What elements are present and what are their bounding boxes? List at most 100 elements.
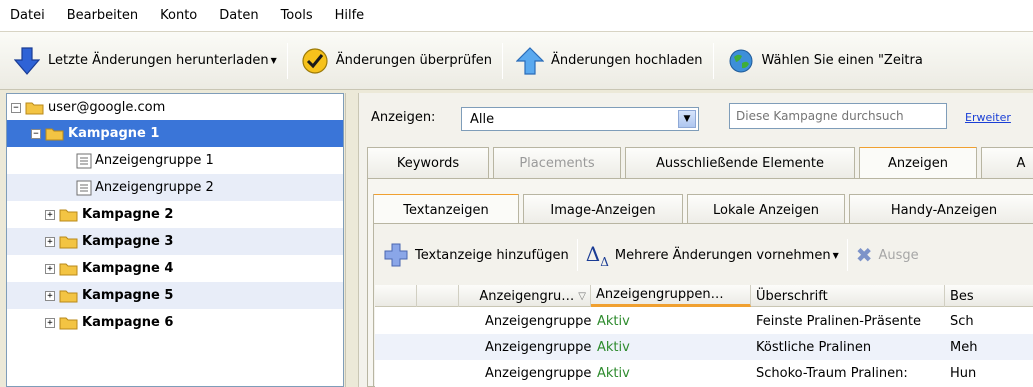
expand-icon[interactable]: + [45,263,55,274]
column-header-adgroup-status[interactable]: Anzeigengruppen… [591,285,751,307]
expand-icon[interactable]: + [45,317,55,328]
tree-item-kampagne-6[interactable]: + Kampagne 6 [7,309,343,336]
tree-item-label: Anzeigengruppe 1 [95,153,214,168]
show-filter-select[interactable]: Alle ▼ [461,107,699,131]
time-range-label: Wählen Sie einen "Zeitra [761,53,923,68]
globe-icon [726,46,756,76]
tab-placements[interactable]: Placements [493,147,621,179]
delta-icon: ΔΔ [585,241,609,269]
tree-item-kampagne-1[interactable]: − Kampagne 1 [7,120,343,147]
column-header-label: Anzeigengru… [479,288,575,304]
main-tab-bar: Keywords Placements Ausschließende Eleme… [367,147,1033,179]
menu-datei[interactable]: Datei [10,8,45,23]
sub-tab-bar: Textanzeigen Image-Anzeigen Lokale Anzei… [373,194,1033,224]
menu-daten[interactable]: Daten [219,8,258,23]
menu-konto[interactable]: Konto [160,8,197,23]
add-text-ad-button[interactable]: Textanzeige hinzufügen [375,237,577,273]
delete-x-icon: ✖ [855,243,873,267]
cell-description: Hun [950,365,977,381]
folder-icon [59,236,78,249]
column-header-headline[interactable]: Überschrift [751,285,945,307]
tab-keywords[interactable]: Keywords [367,147,489,179]
expand-icon[interactable]: + [45,236,55,247]
tree-account-row[interactable]: − user@google.com [7,94,343,121]
table-header: Anzeigengru… ▽ Anzeigengruppen… Überschr… [375,285,1033,307]
tab-handy-anzeigen[interactable]: Handy-Anzeigen [849,194,1033,224]
table-row[interactable]: Anzeigengruppe 1 Aktiv Köstliche Praline… [375,334,1033,360]
download-arrow-icon [12,46,42,76]
check-changes-button[interactable]: Änderungen überprüfen [288,41,502,81]
plus-icon [384,243,408,267]
add-text-ad-label: Textanzeige hinzufügen [415,247,569,263]
chevron-down-icon[interactable]: ▼ [678,110,696,128]
table-row[interactable]: Anzeigengruppe 1 Aktiv Schoko-Traum Pral… [375,360,1033,386]
show-filter-label: Anzeigen: [371,110,436,125]
tree-item-adgroup-1[interactable]: Anzeigengruppe 1 [7,147,343,174]
cell-adgroup: Anzeigengruppe 1 [485,339,592,355]
collapse-icon[interactable]: − [31,128,41,139]
cell-headline: Köstliche Pralinen [756,339,872,355]
tab-ausschliessende-elemente[interactable]: Ausschließende Elemente [625,147,855,179]
upload-arrow-icon [515,46,545,76]
ads-panel: Anzeigen: Alle ▼ Erweiter Keywords Place… [358,93,1033,387]
download-changes-label: Letzte Änderungen herunterladen [48,53,269,68]
tree-item-label: Anzeigengruppe 2 [95,180,214,195]
tab-anzeigen[interactable]: Anzeigen [859,147,977,179]
tab-more[interactable]: A [981,147,1033,179]
multiple-changes-button[interactable]: ΔΔ Mehrere Änderungen vornehmen ▼ [578,237,847,273]
cell-headline: Schoko-Traum Pralinen: [756,365,908,381]
cell-adgroup: Anzeigengruppe 1 [485,365,592,381]
tree-item-adgroup-2[interactable]: Anzeigengruppe 2 [7,174,343,201]
column-header-adgroup[interactable]: Anzeigengru… ▽ [459,285,591,307]
column-header-description[interactable]: Bes [945,285,1033,307]
column-header-check[interactable] [375,285,417,307]
ads-action-bar: Textanzeige hinzufügen ΔΔ Mehrere Änderu… [375,233,1033,277]
tab-image-anzeigen[interactable]: Image-Anzeigen [523,194,683,224]
folder-open-icon [25,102,44,115]
menu-bearbeiten[interactable]: Bearbeiten [67,8,138,23]
download-changes-button[interactable]: Letzte Änderungen herunterladen ▼ [0,41,287,81]
column-header-flag[interactable] [417,285,459,307]
cell-headline: Feinste Pralinen-Präsente [756,313,921,329]
menu-bar: Datei Bearbeiten Konto Daten Tools Hilfe [0,0,1033,32]
checkmark-icon [300,46,330,76]
expand-icon[interactable]: + [45,209,55,220]
collapse-icon[interactable]: − [11,102,21,113]
filter-row: Anzeigen: Alle ▼ Erweiter [359,93,1033,137]
tree-item-kampagne-3[interactable]: + Kampagne 3 [7,228,343,255]
folder-icon [59,209,78,222]
time-range-button[interactable]: Wählen Sie einen "Zeitra [714,41,933,81]
tree-item-label: Kampagne 4 [82,261,174,276]
cell-adgroup: Anzeigengruppe 1 [485,313,592,329]
tab-textanzeigen[interactable]: Textanzeigen [373,194,519,224]
table-row[interactable]: Anzeigengruppe 1 Aktiv Feinste Pralinen-… [375,308,1033,334]
dropdown-caret-icon[interactable]: ▼ [833,251,839,260]
main-toolbar: Letzte Änderungen herunterladen ▼ Änderu… [0,32,1033,90]
tree-item-label: Kampagne 6 [82,315,174,330]
folder-icon [59,317,78,330]
campaign-search-input[interactable] [729,103,947,129]
show-filter-value: Alle [470,111,495,127]
delete-ad-button[interactable]: ✖ Ausge [848,237,927,273]
folder-icon [59,263,78,276]
panel-splitter[interactable] [345,93,359,387]
tree-item-kampagne-5[interactable]: + Kampagne 5 [7,282,343,309]
cell-status: Aktiv [597,339,630,355]
tree-item-label: Kampagne 3 [82,234,174,249]
cell-description: Sch [950,313,974,329]
menu-tools[interactable]: Tools [281,8,313,23]
tree-item-kampagne-4[interactable]: + Kampagne 4 [7,255,343,282]
expand-icon[interactable]: + [45,290,55,301]
tab-lokale-anzeigen[interactable]: Lokale Anzeigen [687,194,845,224]
dropdown-caret-icon[interactable]: ▼ [271,56,277,65]
cell-status: Aktiv [597,313,630,329]
check-changes-label: Änderungen überprüfen [335,53,493,68]
adgroup-icon [76,153,92,168]
upload-changes-button[interactable]: Änderungen hochladen [503,41,712,81]
menu-hilfe[interactable]: Hilfe [335,8,365,23]
tree-item-kampagne-2[interactable]: + Kampagne 2 [7,201,343,228]
tree-item-label: Kampagne 1 [68,126,160,141]
adgroup-icon [76,180,92,195]
folder-icon [59,290,78,303]
advanced-search-link[interactable]: Erweiter [965,111,1011,124]
